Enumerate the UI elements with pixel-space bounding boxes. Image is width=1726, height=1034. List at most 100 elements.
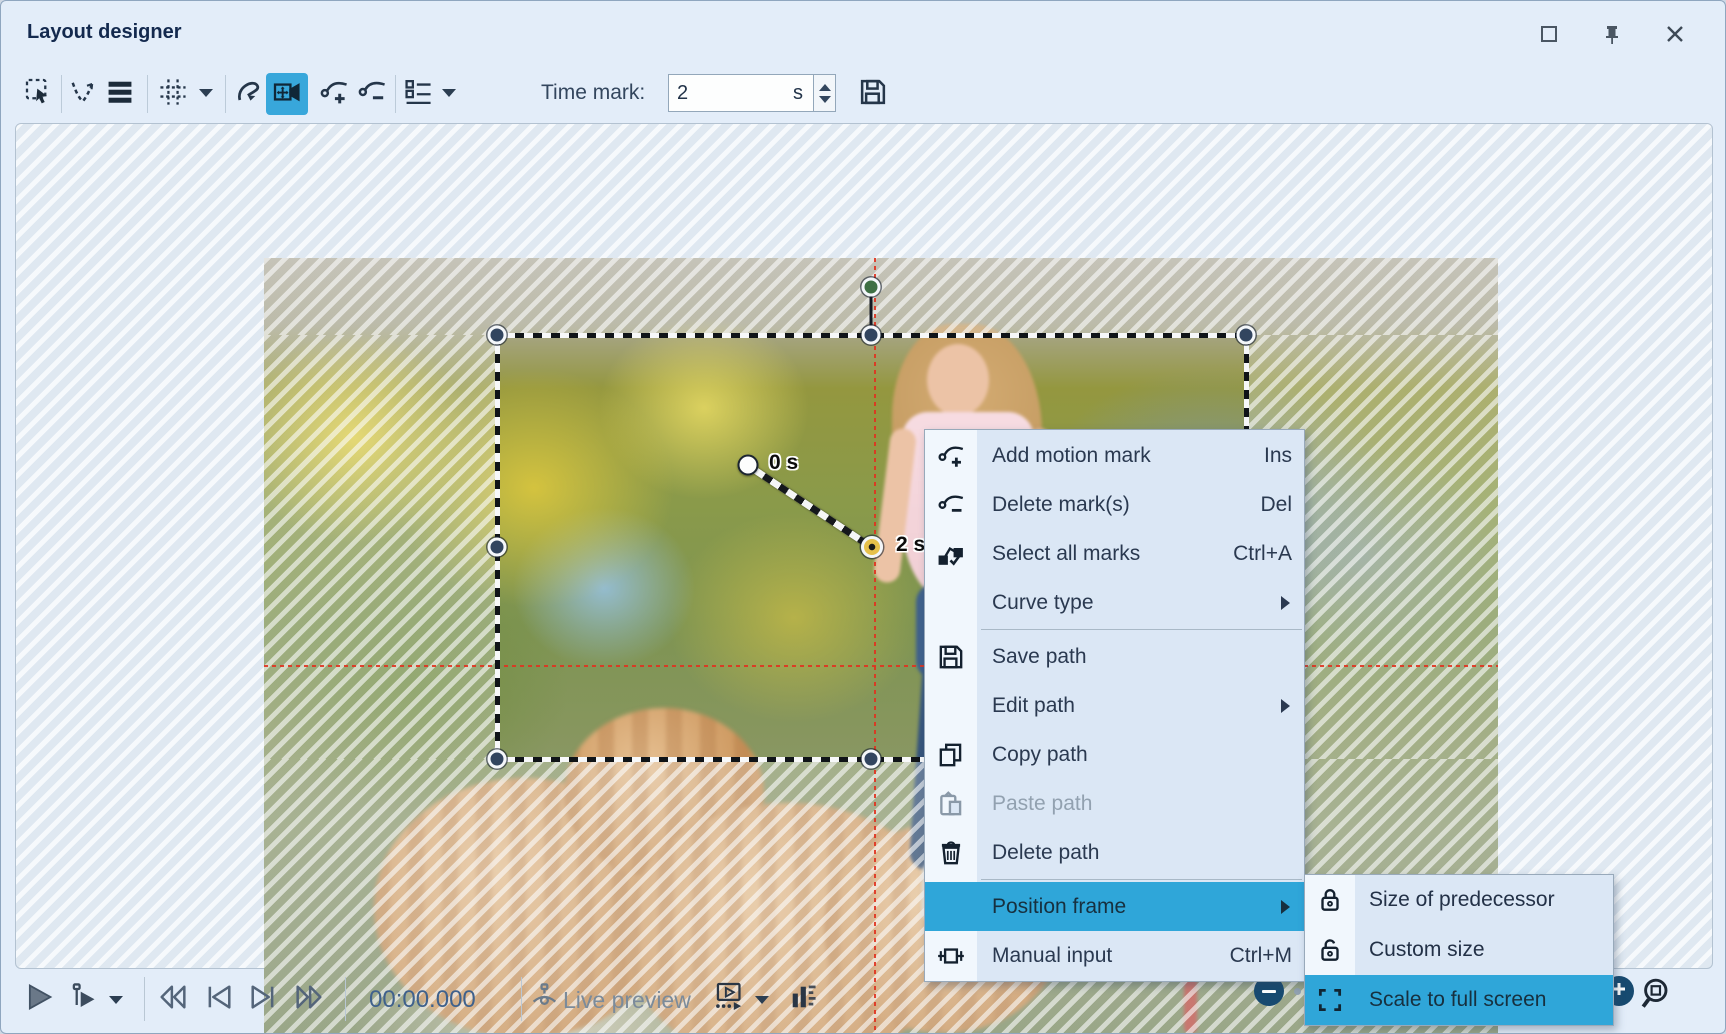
play-options-dropdown-icon[interactable] [109, 996, 123, 1004]
submenu-item-label: Custom size [1355, 938, 1485, 962]
skip-start-icon [156, 981, 190, 1018]
delete-mark-icon [925, 490, 977, 520]
select-tool-icon [23, 76, 55, 113]
manual-input-icon [925, 941, 977, 971]
menu-item-select-all-marks[interactable]: Select all marks Ctrl+A [925, 529, 1304, 578]
motion-path-tool[interactable] [228, 73, 270, 115]
menu-item-label: Add motion mark [977, 444, 1264, 468]
paste-icon [925, 789, 977, 819]
submenu-arrow-icon [1281, 596, 1290, 610]
time-mark-input[interactable]: 2 s [668, 74, 814, 112]
submenu-item-size-of-predecessor[interactable]: Size of predecessor [1305, 875, 1613, 925]
delete-mark-icon [356, 76, 388, 113]
add-motion-mark-icon [318, 76, 350, 113]
fullscreen-icon [1305, 985, 1355, 1015]
menu-item-label: Save path [977, 645, 1304, 669]
menu-item-edit-path[interactable]: Edit path [925, 681, 1304, 730]
floppy-icon [925, 642, 977, 672]
zoom-fit-icon [1639, 976, 1675, 1017]
path-select-icon [67, 76, 99, 113]
handle-top-left[interactable] [488, 326, 507, 345]
zoom-out-icon [1262, 990, 1276, 993]
toolbar-separator [395, 75, 396, 113]
center-guide-horizontal [264, 665, 1498, 667]
transport-separator [345, 977, 346, 1021]
zoom-fit-button[interactable] [1637, 978, 1677, 1014]
layers-tool[interactable] [99, 73, 141, 115]
submenu-item-custom-size[interactable]: Custom size [1305, 925, 1613, 975]
menu-item-copy-path[interactable]: Copy path [925, 730, 1304, 779]
motion-mark-0s-label: 0 s [769, 451, 798, 475]
mark-list-dropdown-icon[interactable] [442, 89, 456, 97]
menu-item-label: Edit path [977, 694, 1281, 718]
lock-open-icon [1305, 935, 1355, 965]
pin-icon [1601, 23, 1623, 50]
select-tool[interactable] [18, 73, 60, 115]
zoom-slider[interactable] [1294, 988, 1301, 995]
add-motion-mark-icon [925, 441, 977, 471]
handle-bottom-center[interactable] [862, 750, 881, 769]
workspace: 0 s 2 s [15, 123, 1713, 969]
submenu-arrow-icon [1281, 699, 1290, 713]
curve-panel-icon [787, 981, 819, 1018]
menu-item-curve-type[interactable]: Curve type [925, 578, 1304, 627]
play-button[interactable] [19, 981, 59, 1017]
menu-item-position-frame[interactable]: Position frame [925, 882, 1304, 931]
stepper-up-icon[interactable] [819, 84, 831, 91]
maximize-icon [1538, 23, 1560, 50]
live-preview-toggle[interactable] [525, 981, 565, 1017]
play-from-marker-button[interactable] [63, 981, 103, 1017]
menu-separator [981, 879, 1302, 880]
pin-button[interactable] [1595, 21, 1629, 51]
menu-item-delete-marks[interactable]: Delete mark(s) Del [925, 480, 1304, 529]
transport-separator [144, 977, 145, 1021]
lock-closed-icon [1305, 885, 1355, 915]
live-preview-eye-icon [529, 981, 561, 1018]
delete-mark-tool[interactable] [351, 73, 393, 115]
save-time-mark-button[interactable] [852, 73, 894, 115]
menu-separator [981, 629, 1302, 630]
time-mark-stepper[interactable] [814, 74, 836, 112]
submenu-arrow-icon [1281, 900, 1290, 914]
menu-item-shortcut: Del [1260, 493, 1304, 517]
menu-item-label: Delete mark(s) [977, 493, 1260, 517]
handle-middle-left[interactable] [488, 538, 507, 557]
prev-frame-icon [203, 981, 235, 1018]
menu-item-paste-path[interactable]: Paste path [925, 779, 1304, 828]
hatch-overlay-left [264, 335, 497, 759]
handle-top-center[interactable] [862, 326, 881, 345]
menu-item-label: Position frame [977, 895, 1281, 919]
maximize-button[interactable] [1532, 21, 1566, 51]
path-select-tool[interactable] [62, 73, 104, 115]
close-button[interactable] [1658, 21, 1692, 51]
skip-end-button[interactable] [289, 981, 329, 1017]
handle-bottom-left[interactable] [488, 750, 507, 769]
handle-top-right[interactable] [1237, 326, 1256, 345]
preview-window-icon [710, 980, 744, 1019]
preview-options-dropdown-icon[interactable] [755, 996, 769, 1004]
rotation-handle[interactable] [862, 278, 881, 297]
menu-item-delete-path[interactable]: Delete path [925, 828, 1304, 877]
layers-icon [104, 76, 136, 113]
add-motion-mark-tool[interactable] [313, 73, 355, 115]
prev-frame-button[interactable] [199, 981, 239, 1017]
trash-icon [925, 838, 977, 868]
next-frame-button[interactable] [243, 981, 283, 1017]
motion-mark-2s[interactable] [861, 536, 883, 558]
preview-window-button[interactable] [707, 981, 747, 1017]
grid-icon [157, 76, 189, 113]
curve-panel-button[interactable] [783, 981, 823, 1017]
menu-item-add-motion-mark[interactable]: Add motion mark Ins [925, 431, 1304, 480]
motion-mark-0s[interactable] [738, 455, 759, 476]
submenu-item-label: Size of predecessor [1355, 888, 1555, 912]
submenu-item-scale-to-full-screen[interactable]: Scale to full screen [1305, 975, 1613, 1025]
mark-list[interactable] [397, 73, 439, 115]
skip-end-icon [292, 981, 326, 1018]
camera-pan-tool[interactable] [266, 73, 308, 115]
grid-options[interactable] [152, 73, 194, 115]
skip-start-button[interactable] [153, 981, 193, 1017]
menu-item-manual-input[interactable]: Manual input Ctrl+M [925, 931, 1304, 980]
grid-dropdown-icon[interactable] [199, 89, 213, 97]
menu-item-save-path[interactable]: Save path [925, 632, 1304, 681]
stepper-down-icon[interactable] [819, 96, 831, 103]
